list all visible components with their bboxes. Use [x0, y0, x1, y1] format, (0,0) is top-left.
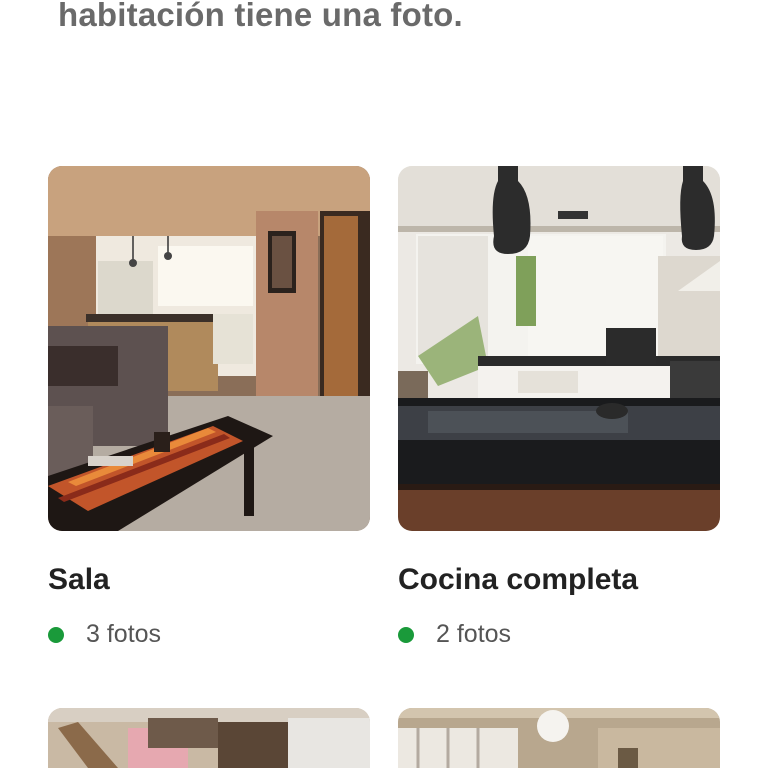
kitchen-photo-image [398, 166, 720, 531]
room-photo-image [398, 708, 720, 768]
room-photo-partial-2[interactable] [398, 708, 720, 768]
room-card-cocina[interactable]: Cocina completa 2 fotos [398, 166, 720, 648]
photo-count: 2 fotos [398, 620, 511, 649]
room-card-sala[interactable]: Sala 3 fotos [48, 166, 370, 648]
photo-count-label: 2 fotos [436, 620, 512, 648]
room-grid: Sala 3 fotos Cocina completa 2 fotos [0, 0, 768, 768]
room-card-partial-1[interactable] [48, 708, 370, 768]
room-photo-partial-1[interactable] [48, 708, 370, 768]
room-photo-cocina[interactable] [398, 166, 720, 531]
room-card-partial-2[interactable] [398, 708, 720, 768]
status-dot-icon [48, 626, 64, 643]
living-room-photo-image [48, 166, 370, 531]
room-photo-sala[interactable] [48, 166, 370, 531]
room-photo-image [48, 708, 370, 768]
room-name: Cocina completa [398, 563, 639, 596]
photo-count: 3 fotos [48, 620, 161, 649]
photo-count-label: 3 fotos [86, 620, 162, 648]
room-name: Sala [48, 563, 110, 596]
status-dot-icon [398, 626, 414, 643]
